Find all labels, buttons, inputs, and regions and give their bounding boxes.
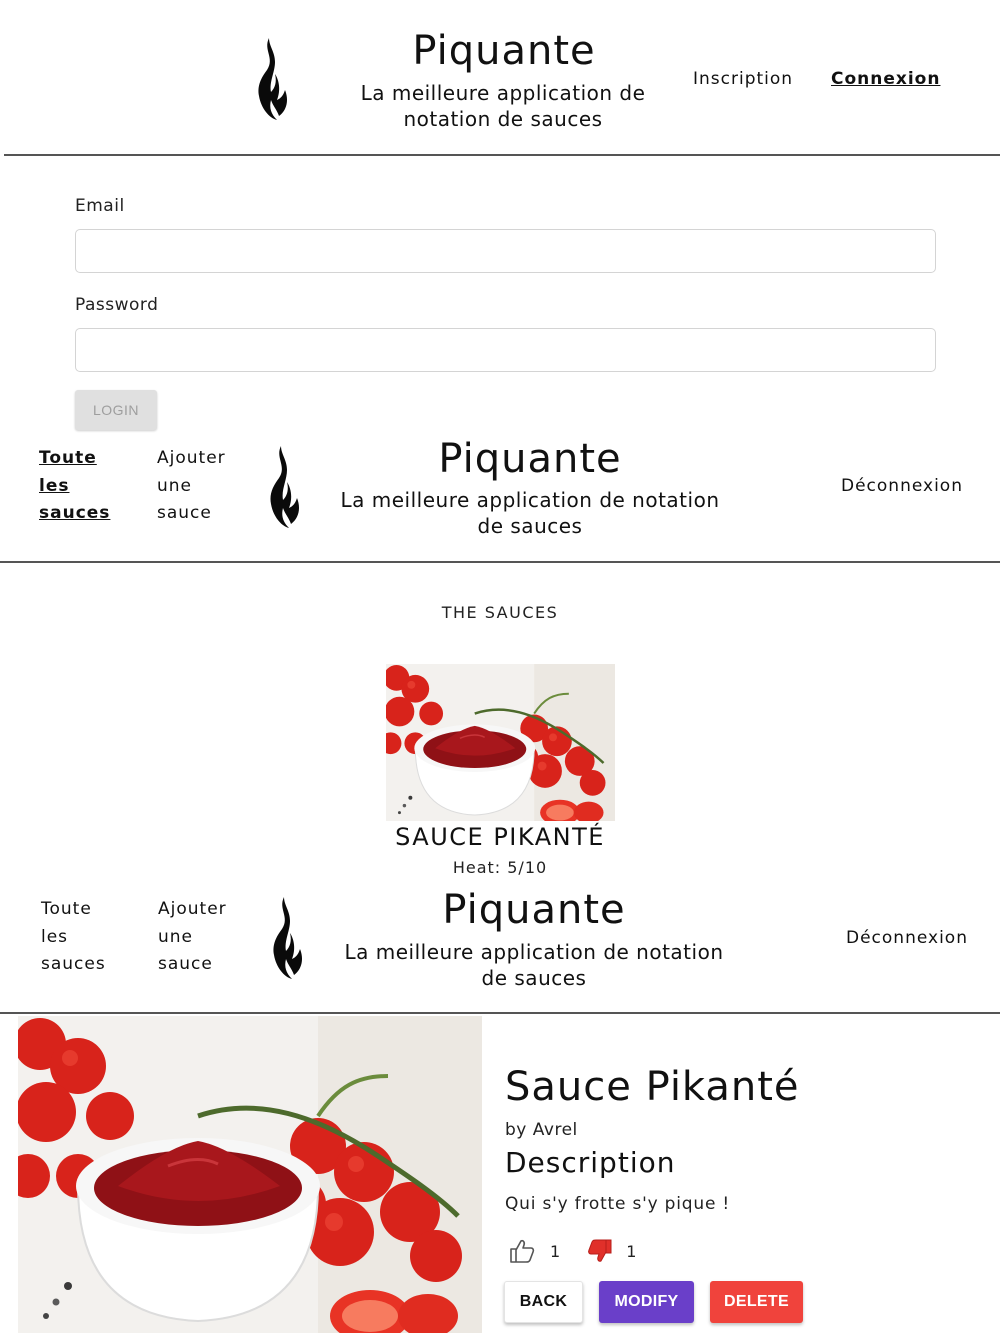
nav-inscription-link[interactable]: Inscription — [693, 66, 793, 94]
piquante-flame-logo — [255, 36, 291, 122]
sauce-description: Qui s'y frotte s'y pique ! — [505, 1194, 731, 1214]
nav-add-sauce-link[interactable]: Ajouter une sauce — [158, 896, 227, 979]
likes-row: 1 1 — [508, 1236, 636, 1266]
app-subtitle: La meilleure application de notation de … — [340, 488, 720, 538]
app-subtitle: La meilleure application de notation de … — [344, 940, 724, 990]
logout-link[interactable]: Déconnexion — [841, 473, 963, 501]
password-field[interactable] — [75, 328, 936, 372]
thumbs-down-icon[interactable] — [584, 1237, 614, 1265]
delete-button[interactable]: DELETE — [710, 1281, 803, 1323]
header-divider — [0, 561, 1000, 563]
dislikes-count: 1 — [626, 1241, 637, 1261]
nav-connexion-link[interactable]: Connexion — [831, 66, 940, 94]
email-label: Email — [75, 196, 125, 216]
app-subtitle: La meilleure application de notation de … — [360, 81, 646, 131]
email-field[interactable] — [75, 229, 936, 273]
back-button[interactable]: BACK — [504, 1281, 583, 1323]
piquante-flame-logo — [270, 895, 306, 981]
header-divider — [4, 154, 1000, 156]
password-label: Password — [75, 295, 159, 315]
sauce-detail-name: Sauce Pikanté — [505, 1064, 800, 1110]
sauce-detail-image — [18, 1016, 482, 1333]
sauces-section-title: THE SAUCES — [441, 603, 559, 622]
modify-button[interactable]: MODIFY — [599, 1281, 694, 1323]
sauce-card-name[interactable]: SAUCE PIKANTÉ — [0, 823, 1000, 851]
login-button[interactable]: LOGIN — [75, 390, 157, 430]
app-title: Piquante — [442, 887, 626, 933]
sauce-card-image[interactable] — [386, 664, 615, 821]
nav-all-sauces-link[interactable]: Toute les sauces — [39, 445, 110, 528]
nav-all-sauces-link[interactable]: Toute les sauces — [41, 896, 106, 979]
nav-add-sauce-link[interactable]: Ajouter une sauce — [157, 445, 226, 528]
app-title: Piquante — [412, 28, 596, 74]
description-heading: Description — [505, 1146, 676, 1179]
thumbs-up-icon[interactable] — [508, 1237, 536, 1265]
sauce-manufacturer: by Avrel — [505, 1120, 578, 1140]
likes-count: 1 — [550, 1241, 561, 1261]
sauce-card-heat: Heat: 5/10 — [452, 858, 548, 877]
logout-link[interactable]: Déconnexion — [846, 925, 968, 953]
header-divider — [0, 1012, 1000, 1014]
piquante-flame-logo — [267, 444, 303, 530]
app-title: Piquante — [438, 436, 622, 482]
